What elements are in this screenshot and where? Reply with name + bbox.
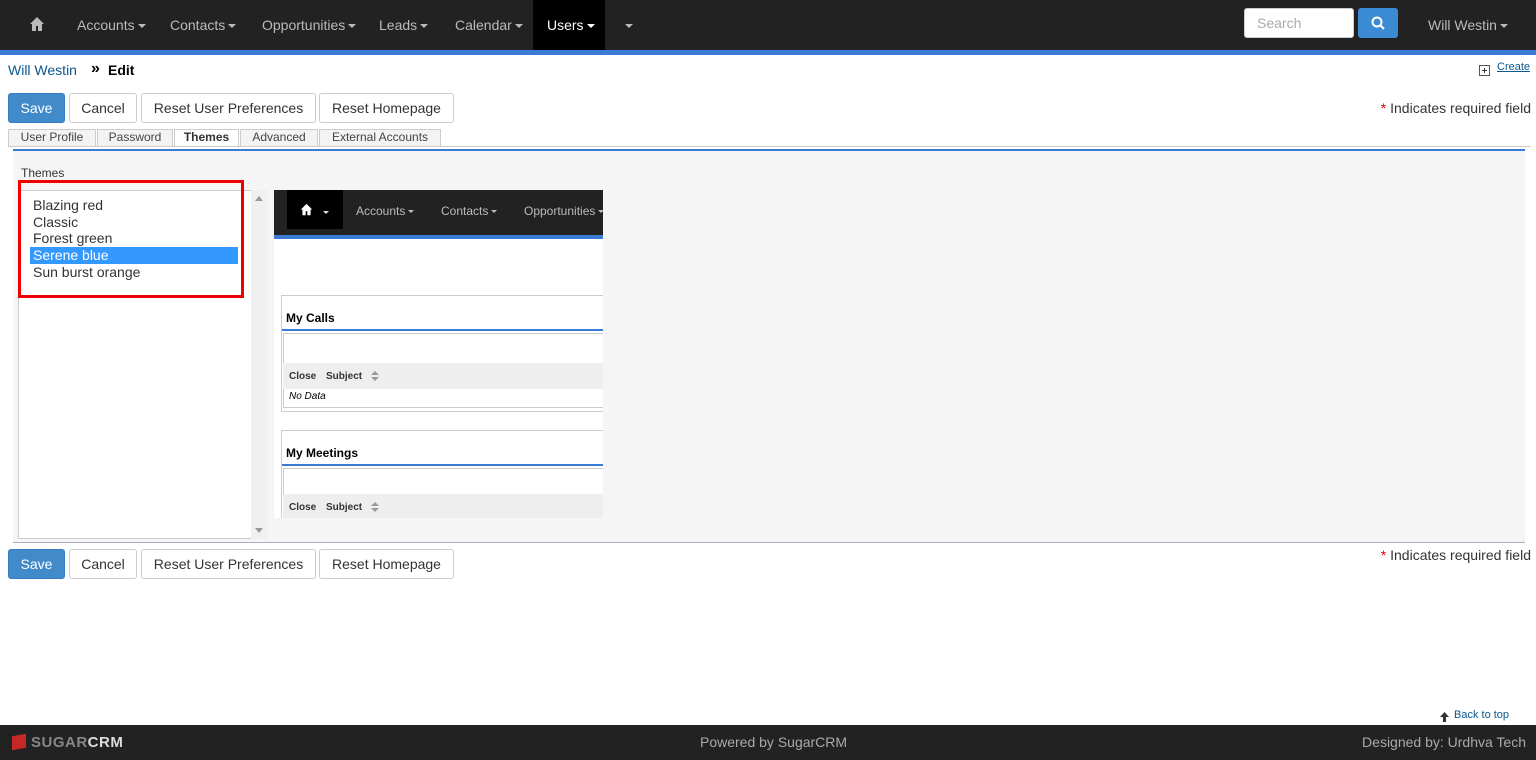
plus-icon[interactable]	[1479, 65, 1490, 76]
nav-label: Calendar	[455, 17, 512, 33]
sort-icon	[371, 371, 379, 381]
nav-users[interactable]: Users	[533, 0, 605, 50]
designed-by-text: Designed by: Urdhva Tech	[1362, 734, 1526, 750]
caret-down-icon	[137, 24, 146, 29]
nav-contacts[interactable]: Contacts	[170, 0, 237, 50]
required-star: *	[1380, 100, 1387, 116]
user-menu-label: Will Westin	[1428, 17, 1497, 33]
nav-label: Accounts	[77, 17, 135, 33]
preview-dashlet-my-meetings: My Meetings Close Subject	[281, 430, 603, 518]
preview-nav-item: Contacts	[441, 204, 498, 218]
dashlet-title: My Calls	[286, 311, 335, 325]
preview-nav-item: Opportunities	[524, 204, 603, 218]
page-title: Edit	[108, 62, 135, 78]
logo-crm: CRM	[87, 734, 124, 751]
preview-home-tab	[287, 190, 343, 229]
tab-password[interactable]: Password	[97, 129, 173, 146]
column-subject: Subject	[326, 371, 363, 382]
caret-down-icon	[514, 24, 523, 29]
theme-preview-image: Accounts Contacts Opportunities My Calls…	[274, 190, 603, 518]
theme-list-scrollbar[interactable]	[251, 190, 268, 539]
required-field-note: * Indicates required field	[1381, 100, 1531, 116]
nav-label: Opportunities	[262, 17, 346, 33]
preview-nav-item: Accounts	[356, 204, 415, 218]
scroll-down-icon[interactable]	[255, 528, 263, 533]
preview-nav-label: Contacts	[441, 204, 489, 218]
footer: SUGARCRM Powered by SugarCRM Designed by…	[0, 725, 1536, 760]
preview-dashlet-my-calls: My Calls Close Subject No Data	[281, 295, 603, 412]
scroll-up-icon[interactable]	[255, 196, 263, 201]
nav-label: Leads	[379, 17, 418, 33]
dashlet-rule	[282, 464, 603, 466]
dashlet-title: My Meetings	[286, 446, 359, 460]
preview-nav-label: Opportunities	[524, 204, 596, 218]
column-close: Close	[289, 502, 317, 513]
arrow-up-icon	[1440, 712, 1449, 722]
logo-sugar: SUGAR	[31, 734, 88, 751]
preview-nav-label: Accounts	[356, 204, 406, 218]
caret-down-icon	[491, 210, 498, 214]
nav-leads[interactable]: Leads	[379, 0, 429, 50]
breadcrumb-user-link[interactable]: Will Westin	[8, 62, 77, 78]
nav-accounts[interactable]: Accounts	[77, 0, 146, 50]
tab-divider	[8, 146, 1531, 147]
required-text: Indicates required field	[1390, 547, 1531, 563]
reset-preferences-button[interactable]: Reset User Preferences	[141, 549, 316, 579]
home-icon[interactable]	[0, 0, 72, 50]
powered-by-text: Powered by SugarCRM	[700, 734, 848, 750]
sort-icon	[371, 502, 379, 512]
caret-down-icon	[1499, 24, 1508, 29]
tab-bar: User Profile Password Themes Advanced Ex…	[8, 129, 1531, 147]
dashlet-empty-text: No Data	[289, 391, 326, 402]
caret-down-icon	[625, 24, 633, 29]
back-to-top-label: Back to top	[1454, 709, 1510, 721]
navbar-accent-line	[0, 50, 1536, 55]
annotation-highlight-box	[18, 180, 244, 298]
cancel-button[interactable]: Cancel	[69, 549, 137, 579]
search-button[interactable]	[1358, 8, 1398, 38]
nav-more-dropdown[interactable]	[622, 0, 638, 50]
tab-user-profile[interactable]: User Profile	[8, 129, 96, 146]
reset-preferences-button[interactable]: Reset User Preferences	[141, 93, 316, 123]
column-subject: Subject	[326, 502, 363, 513]
user-menu[interactable]: Will Westin	[1428, 0, 1508, 50]
themes-label: Themes	[21, 166, 65, 180]
required-text: Indicates required field	[1390, 100, 1531, 116]
caret-down-icon	[408, 210, 415, 214]
nav-label: Contacts	[170, 17, 226, 33]
breadcrumb-separator: »	[91, 60, 100, 77]
search-icon	[1371, 16, 1385, 30]
caret-down-icon	[228, 24, 237, 29]
caret-down-icon	[420, 24, 429, 29]
reset-homepage-button[interactable]: Reset Homepage	[319, 549, 454, 579]
logo-wordmark: SUGARCRM	[31, 734, 123, 751]
create-link[interactable]: Create	[1497, 61, 1530, 73]
top-navbar: Accounts Contacts Opportunities Leads Ca…	[0, 0, 1536, 50]
save-button[interactable]: Save	[8, 549, 65, 579]
logo-cube-icon	[12, 733, 26, 751]
preview-navbar: Accounts Contacts Opportunities	[274, 190, 603, 235]
dashlet-header-row: Close Subject	[283, 363, 603, 389]
tab-themes[interactable]: Themes	[174, 129, 239, 147]
dashlet-header-row: Close Subject	[283, 494, 603, 518]
search-input[interactable]	[1244, 8, 1354, 38]
tab-advanced[interactable]: Advanced	[240, 129, 318, 146]
column-close: Close	[289, 371, 317, 382]
caret-down-icon	[348, 24, 357, 29]
nav-calendar[interactable]: Calendar	[455, 0, 523, 50]
dashlet-rule	[282, 329, 603, 331]
required-star: *	[1380, 547, 1387, 563]
cancel-button[interactable]: Cancel	[69, 93, 137, 123]
nav-label: Users	[547, 17, 584, 33]
caret-down-icon	[323, 211, 329, 214]
required-field-note: * Indicates required field	[1381, 547, 1531, 563]
caret-down-icon	[586, 24, 595, 29]
home-icon	[300, 203, 313, 216]
reset-homepage-button[interactable]: Reset Homepage	[319, 93, 454, 123]
nav-opportunities[interactable]: Opportunities	[262, 0, 357, 50]
save-button[interactable]: Save	[8, 93, 65, 123]
caret-down-icon	[598, 210, 603, 214]
tab-external-accounts[interactable]: External Accounts	[319, 129, 441, 146]
preview-accent-line	[274, 235, 603, 239]
